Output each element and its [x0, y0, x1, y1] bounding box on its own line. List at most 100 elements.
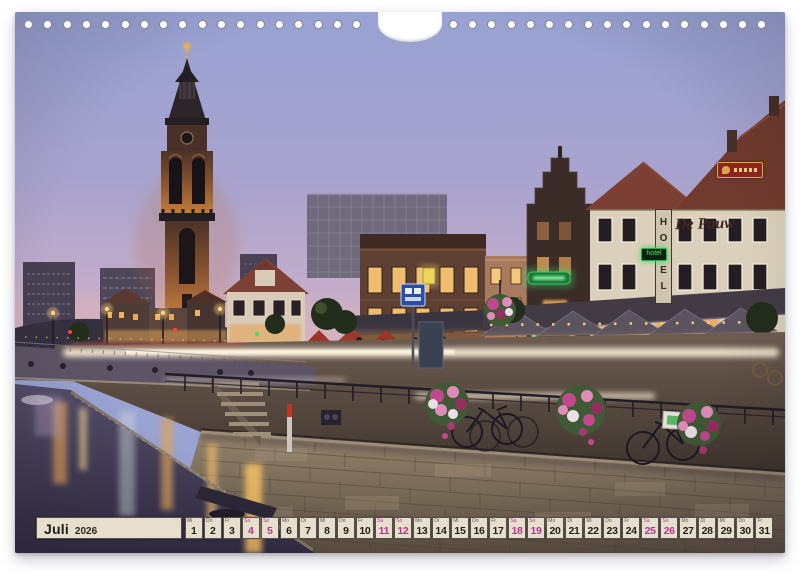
weekday-abbr: Fr [757, 518, 762, 524]
calendar-day-cell: Di 14 [432, 517, 450, 539]
binding-hole [121, 20, 130, 29]
day-number: 22 [585, 525, 601, 537]
weekday-abbr: Mi [187, 518, 192, 524]
weekday-abbr: Sa [510, 518, 516, 524]
weekday-abbr: Di [301, 518, 306, 524]
calendar-day-cell: Do 2 [204, 517, 222, 539]
day-number: 11 [376, 525, 392, 537]
day-number: 16 [471, 525, 487, 537]
day-number: 29 [718, 525, 734, 537]
weekday-abbr: Mo [415, 518, 422, 524]
calendar-date-bar: Juli 2026 Mi 1 Do 2 Fr 3 Sa 4 So 5 Mo 6 [36, 517, 773, 539]
weekday-abbr: Mi [320, 518, 325, 524]
day-number: 30 [737, 525, 753, 537]
calendar-day-cell: Sa 25 [641, 517, 659, 539]
calendar-day-cell: Mo 27 [679, 517, 697, 539]
day-number: 27 [680, 525, 696, 537]
weekday-abbr: Do [605, 518, 611, 524]
day-number: 19 [528, 525, 544, 537]
calendar-day-cell: So 5 [261, 517, 279, 539]
binding-hole [217, 20, 226, 29]
beer-brand-sign [717, 162, 763, 178]
day-number: 21 [566, 525, 582, 537]
calendar-day-cell: Mi 8 [318, 517, 336, 539]
day-number: 28 [699, 525, 715, 537]
weekday-abbr: Do [738, 518, 744, 524]
calendar-day-cell: Mo 20 [546, 517, 564, 539]
weekday-abbr: Di [700, 518, 705, 524]
binding-hole [256, 20, 265, 29]
calendar-day-cell: Mo 6 [280, 517, 298, 539]
weekday-abbr: Di [434, 518, 439, 524]
hotel-name-sign: De Pauw [675, 214, 776, 239]
day-number: 9 [338, 525, 354, 537]
weekday-abbr: Do [206, 518, 212, 524]
day-number: 18 [509, 525, 525, 537]
calendar-day-cell: Mo 13 [413, 517, 431, 539]
calendar-day-cell: Mi 29 [717, 517, 735, 539]
calendar-day-cell: Mi 22 [584, 517, 602, 539]
binding-hole [700, 20, 709, 29]
calendar-day-cell: Sa 11 [375, 517, 393, 539]
day-number: 31 [756, 525, 772, 537]
binding-hole [468, 20, 477, 29]
day-number: 10 [357, 525, 373, 537]
weekday-abbr: So [662, 518, 668, 524]
weekday-abbr: Sa [377, 518, 383, 524]
day-number: 8 [319, 525, 335, 537]
day-number: 12 [395, 525, 411, 537]
binding-hole [584, 20, 593, 29]
day-number: 2 [205, 525, 221, 537]
calendar-day-cell: Sa 18 [508, 517, 526, 539]
binding-hole [449, 20, 458, 29]
binding-hole [63, 20, 72, 29]
weekday-abbr: Do [472, 518, 478, 524]
weekday-abbr: Mi [719, 518, 724, 524]
day-number: 20 [547, 525, 563, 537]
calendar-page: HOTEL De Pauw hotel Juli 2026 Mi 1 Do 2 … [15, 12, 785, 553]
calendar-day-cell: Mi 1 [185, 517, 203, 539]
day-number: 3 [224, 525, 240, 537]
day-number: 6 [281, 525, 297, 537]
calendar-day-cell: Do 23 [603, 517, 621, 539]
day-number: 26 [661, 525, 677, 537]
weekday-abbr: So [396, 518, 402, 524]
binding-hole [24, 20, 33, 29]
weekday-abbr: Sa [643, 518, 649, 524]
day-number: 23 [604, 525, 620, 537]
calendar-day-cell: Fr 10 [356, 517, 374, 539]
weekday-abbr: Fr [358, 518, 363, 524]
calendar-day-cell: So 12 [394, 517, 412, 539]
weekday-abbr: Mi [453, 518, 458, 524]
binding-hole [526, 20, 535, 29]
calendar-day-cell: Fr 3 [223, 517, 241, 539]
day-number: 13 [414, 525, 430, 537]
binding-hole [275, 20, 284, 29]
day-number: 1 [186, 525, 202, 537]
binding-hole [140, 20, 149, 29]
calendar-day-cell: Do 30 [736, 517, 754, 539]
binding-hole [642, 20, 651, 29]
day-strip: Mi 1 Do 2 Fr 3 Sa 4 So 5 Mo 6 Di 7 Mi [185, 517, 773, 539]
weekday-abbr: Mo [282, 518, 289, 524]
calendar-day-cell: So 26 [660, 517, 678, 539]
binding-hole [603, 20, 612, 29]
weekday-abbr: So [529, 518, 535, 524]
binding-hole [719, 20, 728, 29]
day-number: 7 [300, 525, 316, 537]
calendar-day-cell: So 19 [527, 517, 545, 539]
weekday-abbr: Mi [586, 518, 591, 524]
day-number: 17 [490, 525, 506, 537]
calendar-day-cell: Fr 31 [755, 517, 773, 539]
weekday-abbr: Mo [681, 518, 688, 524]
month-name: Juli [44, 521, 69, 537]
day-number: 15 [452, 525, 468, 537]
binding-hole [507, 20, 516, 29]
weekday-abbr: Fr [491, 518, 496, 524]
calendar-day-cell: Mi 15 [451, 517, 469, 539]
binding-hole [82, 20, 91, 29]
calendar-day-cell: Di 7 [299, 517, 317, 539]
year-label: 2026 [75, 526, 97, 537]
month-label: Juli 2026 [36, 517, 182, 539]
weekday-abbr: Mo [548, 518, 555, 524]
